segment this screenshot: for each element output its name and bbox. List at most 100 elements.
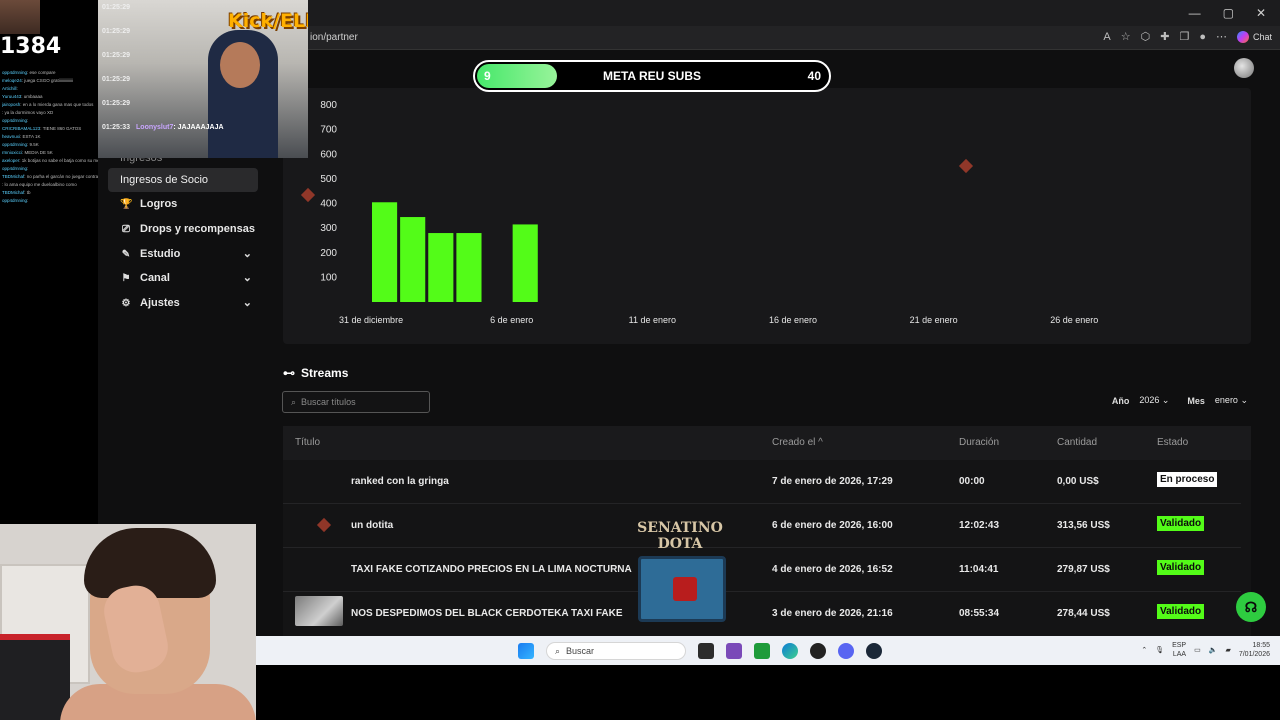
more-icon[interactable]: ⋯ xyxy=(1216,30,1227,43)
chat-message: Artichill: xyxy=(2,86,18,91)
sidebar-item-canal[interactable]: ⚑ Canal ⌄ xyxy=(108,266,258,290)
windows-start-icon[interactable] xyxy=(518,643,534,659)
puzzle-icon[interactable]: ✚ xyxy=(1160,30,1169,43)
x-tick-label: 31 de diciembre xyxy=(339,315,403,325)
discord-icon[interactable] xyxy=(838,643,854,659)
clock[interactable]: 18:55 7/01/2026 xyxy=(1239,641,1270,659)
dota-emblem-icon xyxy=(673,577,697,601)
obs-icon[interactable] xyxy=(810,643,826,659)
stream-title[interactable]: TAXI FAKE COTIZANDO PRECIOS EN LA LIMA N… xyxy=(351,564,632,575)
chat-message: TBDMichaf: no parha el garcán no juegar … xyxy=(2,174,98,179)
headset-icon: ☊ xyxy=(1244,598,1258,615)
sidebar-item-drops[interactable]: ⎚ Drops y recompensas xyxy=(108,217,258,241)
chevron-down-icon[interactable]: ⌄ xyxy=(243,296,252,309)
cam-chat-line: 01:25:33 Loonyslut7: JAJAAAJAJA xyxy=(102,124,224,131)
x-tick-label: 6 de enero xyxy=(490,315,533,325)
x-tick-label: 26 de enero xyxy=(1050,315,1098,325)
senatino-dota-logo: SENATINO DOTA xyxy=(632,516,732,626)
chevron-down-icon[interactable]: ⌄ xyxy=(243,271,252,284)
channel-icon: ⚑ xyxy=(121,272,131,284)
streamer-face xyxy=(220,42,260,88)
table-row[interactable]: un dotita 6 de enero de 2026, 16:00 12:0… xyxy=(283,504,1241,548)
steam-icon[interactable] xyxy=(866,643,882,659)
col-title[interactable]: Título xyxy=(295,437,320,448)
sidebar-item-ingresos-socio[interactable]: Ingresos de Socio xyxy=(108,168,258,192)
stream-title[interactable]: un dotita xyxy=(351,520,393,531)
sidebar-item-estudio[interactable]: ✎ Estudio ⌄ xyxy=(108,242,258,266)
chat-message: opp4drnning: xyxy=(2,166,29,171)
sidebar-item-logros[interactable]: 🏆 Logros xyxy=(108,192,258,216)
system-tray: ⌃ 🎙 ESP LAA ▭ 🔈 ▰ 18:55 7/01/2026 xyxy=(1141,641,1270,659)
favorite-star-icon[interactable]: ☆ xyxy=(1121,30,1131,43)
extension-icon[interactable]: ⬡ xyxy=(1141,30,1151,43)
windows-taskbar: ⌕ Buscar ⌃ 🎙 ESP LAA ▭ 🔈 ▰ 18:55 7/01/20… xyxy=(256,636,1280,665)
chart-bar[interactable] xyxy=(372,202,398,302)
year-label: Año xyxy=(1111,395,1130,406)
chart-bar[interactable] xyxy=(428,233,454,302)
col-amount[interactable]: Cantidad xyxy=(1057,437,1097,448)
sidebar-item-label: Ajustes xyxy=(140,297,180,309)
col-created[interactable]: Creado el ^ xyxy=(772,437,823,448)
stream-title[interactable]: NOS DESPEDIMOS DEL BLACK CERDOTEKA TAXI … xyxy=(351,608,623,619)
chevron-up-icon[interactable]: ⌃ xyxy=(1141,646,1147,654)
webcam-overlay-bottom xyxy=(0,524,256,720)
task-view-icon[interactable] xyxy=(698,643,714,659)
minimize-icon[interactable]: — xyxy=(1189,6,1201,20)
webcam-overlay-top: 01:25:29 01:25:29 01:25:29 01:25:29 01:25:29… xyxy=(98,0,308,158)
year-select[interactable]: 2026 ⌄ xyxy=(1139,395,1169,406)
status-badge: En proceso xyxy=(1157,472,1218,487)
copilot-chat-button[interactable]: Chat xyxy=(1236,30,1272,43)
status-badge: Validado xyxy=(1157,560,1205,575)
chat-message: opp4drnning: xyxy=(2,118,29,123)
help-chat-button[interactable]: ☊ xyxy=(1236,592,1266,622)
taskbar-search[interactable]: ⌕ Buscar xyxy=(546,642,686,660)
stream-title[interactable]: ranked con la gringa xyxy=(351,476,449,487)
table-row[interactable]: ranked con la gringa 7 de enero de 2026,… xyxy=(283,460,1241,504)
sidebar-item-label: Ingresos de Socio xyxy=(120,174,209,186)
chevron-down-icon[interactable]: ⌄ xyxy=(243,247,252,260)
maximize-icon[interactable]: ▢ xyxy=(1223,6,1234,20)
read-aloud-icon[interactable]: A xyxy=(1103,31,1110,43)
network-icon[interactable]: ▭ xyxy=(1194,646,1201,654)
status-badge: Validado xyxy=(1157,604,1205,619)
table-row[interactable]: TAXI FAKE COTIZANDO PRECIOS EN LA LIMA N… xyxy=(283,548,1241,592)
y-tick-label: 600 xyxy=(320,149,337,160)
window-controls: — ▢ ✕ xyxy=(1189,6,1266,20)
sidebar-item-ajustes[interactable]: ⚙ Ajustes ⌄ xyxy=(108,291,258,315)
col-duration[interactable]: Duración xyxy=(959,437,999,448)
collections-icon[interactable]: ❐ xyxy=(1179,30,1189,43)
col-status[interactable]: Estado xyxy=(1157,437,1188,448)
viewer-count: 1384 xyxy=(0,34,62,59)
taskbar-apps: ⌕ Buscar xyxy=(518,642,882,660)
battery-icon[interactable]: ▰ xyxy=(1225,646,1230,654)
chat-message: : lo ama equipo me dueloalbino como xyxy=(2,182,77,187)
volume-icon[interactable]: 🔈 xyxy=(1209,646,1218,654)
edge-icon[interactable] xyxy=(782,643,798,659)
stream-duration: 11:04:41 xyxy=(959,564,999,575)
user-avatar[interactable] xyxy=(1234,58,1254,78)
app-icon[interactable] xyxy=(726,643,742,659)
chat-message: rmnioxicci: MEDIA DE 5K xyxy=(2,150,53,155)
chart-bar[interactable] xyxy=(400,217,426,302)
cam-chat-line: 01:25:29 xyxy=(102,52,131,59)
y-tick-label: 700 xyxy=(320,125,337,136)
stream-filters: Año 2026 ⌄ Mes enero ⌄ xyxy=(1112,395,1248,406)
mic-icon[interactable]: 🎙 xyxy=(1155,646,1164,654)
stream-thumbnail[interactable] xyxy=(295,596,343,626)
sidebar-item-label: Drops y recompensas xyxy=(140,223,255,235)
chart-bar[interactable] xyxy=(512,224,538,302)
y-tick-label: 400 xyxy=(320,199,337,210)
language-indicator[interactable]: ESP LAA xyxy=(1172,641,1186,659)
xbox-icon[interactable] xyxy=(754,643,770,659)
profile-icon[interactable]: ● xyxy=(1199,31,1206,43)
streams-icon: ⊷ xyxy=(283,366,295,380)
table-row[interactable]: NOS DESPEDIMOS DEL BLACK CERDOTEKA TAXI … xyxy=(283,592,1241,636)
chat-message: jairoposh: en a lo mierda gana mas que t… xyxy=(2,102,94,107)
chart-bar[interactable] xyxy=(456,233,482,302)
close-icon[interactable]: ✕ xyxy=(1256,6,1266,20)
sort-up-icon: ^ xyxy=(818,437,823,448)
url-text[interactable]: ion/partner xyxy=(310,32,358,43)
month-select[interactable]: enero ⌄ xyxy=(1215,395,1248,406)
chat-message: axeloper: 1k botijas no sabe el batja co… xyxy=(2,158,98,163)
search-input[interactable]: ⌕ Buscar títulos xyxy=(282,391,430,413)
